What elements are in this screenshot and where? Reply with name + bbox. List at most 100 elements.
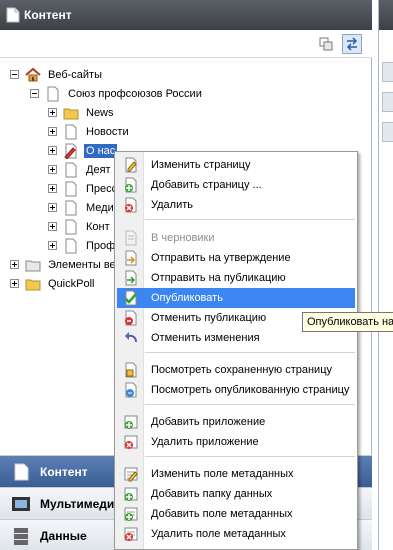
menu-item-label: Изменить поле метаданных: [151, 468, 294, 480]
edit-page-icon: [125, 157, 137, 173]
menu-item-delete[interactable]: Удалить: [117, 195, 355, 215]
tree-node-about[interactable]: О нас: [48, 141, 118, 160]
document-icon: [14, 463, 29, 480]
tree-node-label: Новости: [86, 125, 129, 138]
menu-item-label: Посмотреть сохраненную страницу: [151, 364, 332, 376]
expand-toggle[interactable]: [48, 108, 57, 117]
nav-content-label: Контент: [40, 464, 88, 479]
tree-node-site[interactable]: Союз профсоюзов России: [30, 84, 204, 103]
page-icon: [65, 219, 77, 234]
menu-item-send-approval[interactable]: Отправить на утверждение: [117, 248, 355, 268]
right-panel-button[interactable]: [382, 122, 393, 142]
expand-toggle[interactable]: [48, 165, 57, 174]
menu-separator: [145, 352, 355, 353]
expand-toggle[interactable]: [48, 241, 57, 250]
tree-node-label: QuickPoll: [48, 277, 95, 290]
tree-node-quickpoll[interactable]: QuickPoll: [10, 274, 96, 293]
film-icon: [12, 496, 30, 511]
right-panel-edge: [378, 0, 393, 550]
menu-item-edit-page[interactable]: Изменить страницу: [117, 155, 355, 175]
menu-item-publish[interactable]: Опубликовать: [117, 288, 355, 308]
menu-item-label: Добавить поле метаданных: [151, 508, 293, 520]
tree-node-deyat[interactable]: Деят: [48, 160, 113, 179]
add-app-icon: [124, 415, 138, 429]
expand-toggle[interactable]: [48, 146, 57, 155]
expand-toggle[interactable]: [10, 279, 19, 288]
menu-item-label: Добавить папку данных: [151, 488, 273, 500]
menu-item-remove-meta-field[interactable]: Удалить поле метаданных: [117, 524, 355, 544]
tree-node-news[interactable]: News: [48, 103, 116, 122]
menu-item-add-data-folder[interactable]: Добавить папку данных: [117, 484, 355, 504]
tree-node-label: News: [86, 106, 114, 119]
menu-item-edit-meta-field[interactable]: Изменить поле метаданных: [117, 464, 355, 484]
menu-item-remove-app[interactable]: Удалить приложение: [117, 432, 355, 452]
edit-metadata-icon: [124, 467, 138, 482]
view-published-icon: [125, 382, 137, 398]
page-icon: [47, 86, 59, 101]
expand-toggle[interactable]: [10, 260, 19, 269]
menu-item-view-saved[interactable]: Посмотреть сохраненную страницу: [117, 360, 355, 380]
collapse-all-button[interactable]: [316, 34, 336, 54]
right-panel-header: [379, 0, 393, 30]
tree-node-novosti[interactable]: Новости: [48, 122, 131, 141]
menu-item-label: Посмотреть опубликованную страницу: [151, 384, 350, 396]
tree-node-label: Меди: [86, 201, 114, 214]
menu-item-label: Удалить: [151, 199, 193, 211]
menu-item-label: Добавить приложение: [151, 416, 266, 428]
menu-item-view-published[interactable]: Посмотреть опубликованную страницу: [117, 380, 355, 400]
nav-data-label: Данные: [40, 528, 87, 543]
publish-check-icon: [125, 290, 137, 306]
send-approval-icon: [125, 250, 137, 266]
sync-tree-button[interactable]: [342, 34, 362, 54]
menu-separator: [145, 456, 355, 457]
menu-item-label: Отправить на публикацию: [151, 272, 286, 284]
edit-page-icon: [64, 143, 77, 159]
menu-item-label: Добавить страницу ...: [151, 179, 262, 191]
menu-item-add-page[interactable]: Добавить страницу ...: [117, 175, 355, 195]
page-icon: [65, 238, 77, 253]
database-icon: [14, 527, 28, 545]
expand-toggle[interactable]: [48, 184, 57, 193]
tree-node-press[interactable]: Пресс: [48, 179, 119, 198]
expand-toggle[interactable]: [48, 222, 57, 231]
menu-item-label: Отменить изменения: [151, 332, 260, 344]
tree-node-websites[interactable]: Веб-сайты: [10, 65, 104, 84]
tooltip: Опубликовать на: [302, 312, 393, 332]
folder-icon: [25, 260, 41, 271]
page-icon: [65, 124, 77, 139]
folder-icon: [63, 108, 79, 119]
page-icon: [65, 200, 77, 215]
collapse-toggle[interactable]: [30, 89, 39, 98]
menu-item-add-meta-field[interactable]: Добавить поле метаданных: [117, 504, 355, 524]
menu-item-label: В черновики: [151, 232, 215, 244]
page-icon: [65, 181, 77, 196]
context-menu: Изменить страницу Добавить страницу ... …: [114, 151, 358, 550]
menu-item-label: Изменить страницу: [151, 159, 251, 171]
panel-title: Контент: [24, 8, 72, 22]
menu-item-send-publish[interactable]: Отправить на публикацию: [117, 268, 355, 288]
expand-toggle[interactable]: [48, 203, 57, 212]
tree-node-prof[interactable]: Проф: [48, 236, 117, 255]
expand-toggle[interactable]: [48, 127, 57, 136]
tree-node-label: Веб-сайты: [48, 68, 103, 81]
add-page-icon: [125, 177, 137, 193]
remove-metadata-icon: [124, 527, 138, 541]
view-saved-icon: [125, 362, 137, 378]
tree-node-label: Деят: [86, 163, 111, 176]
send-publish-icon: [125, 270, 137, 286]
menu-item-add-app[interactable]: Добавить приложение: [117, 412, 355, 432]
menu-separator: [145, 219, 355, 220]
panel-header: Контент: [0, 0, 372, 30]
folder-icon: [25, 279, 41, 290]
tree-node-label: Проф: [86, 239, 116, 252]
right-panel-button[interactable]: [382, 92, 393, 112]
tree-node-web-elements[interactable]: Элементы ве: [10, 255, 118, 274]
delete-page-icon: [125, 197, 137, 213]
collapse-toggle[interactable]: [10, 70, 19, 79]
document-icon: [6, 7, 20, 23]
right-panel-button[interactable]: [382, 62, 393, 82]
tree-node-media[interactable]: Меди: [48, 198, 116, 217]
tree-node-contacts[interactable]: Конт: [48, 217, 112, 236]
page-icon: [65, 162, 77, 177]
add-folder-icon: [124, 487, 138, 501]
